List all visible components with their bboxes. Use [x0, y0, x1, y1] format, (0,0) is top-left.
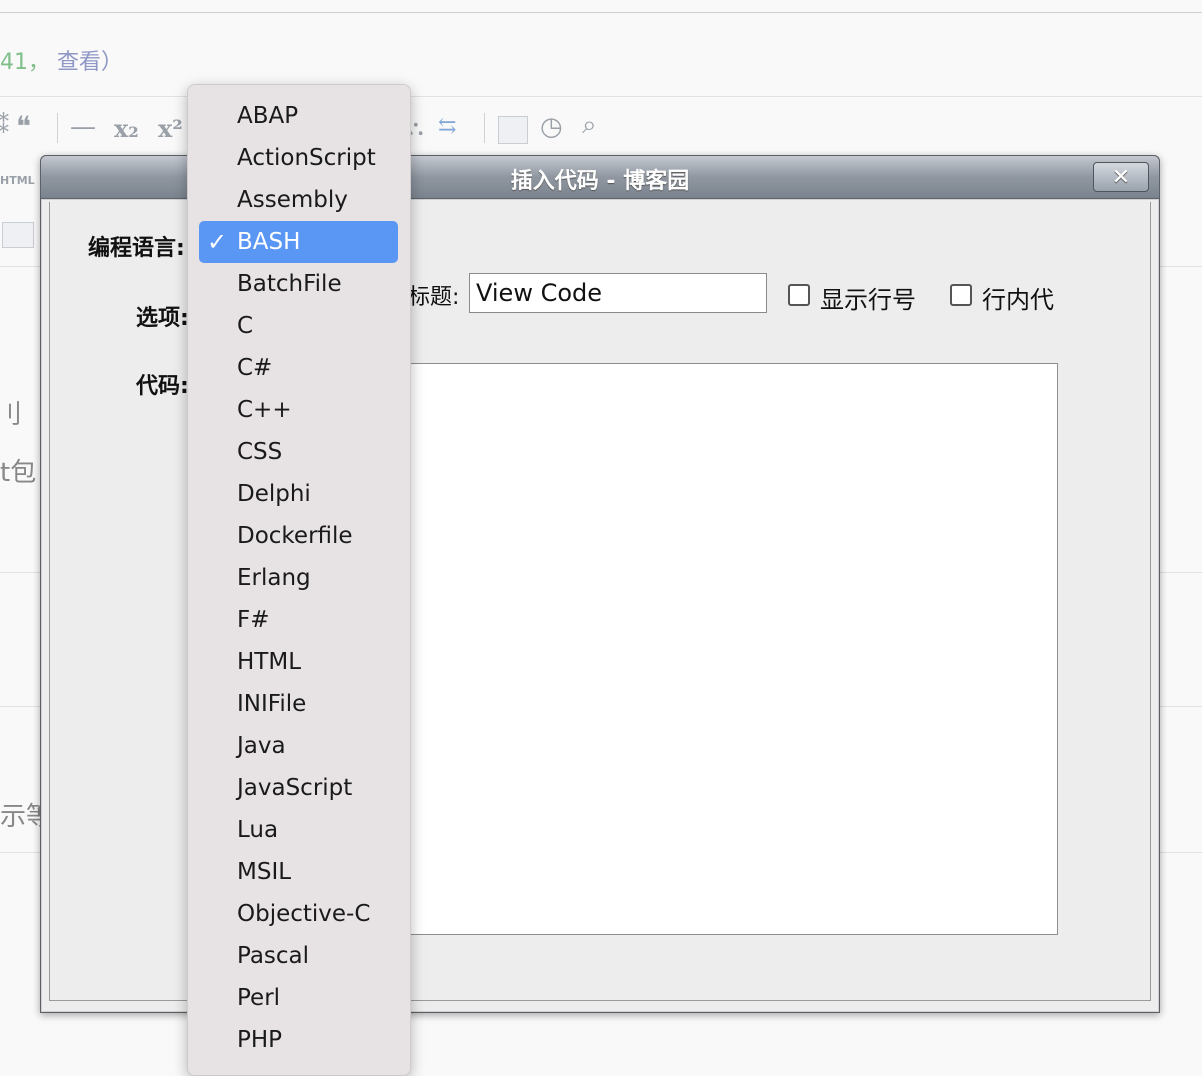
- language-option[interactable]: BatchFile: [199, 263, 398, 305]
- language-option[interactable]: MSIL: [199, 851, 398, 893]
- post-meta: 41， 查看）: [0, 44, 123, 76]
- language-option[interactable]: INIFile: [199, 683, 398, 725]
- language-option[interactable]: Perl: [199, 977, 398, 1019]
- language-option[interactable]: C++: [199, 389, 398, 431]
- table-icon[interactable]: [2, 222, 34, 248]
- language-option[interactable]: Lua: [199, 809, 398, 851]
- inline-code-label: 行内代: [982, 286, 1054, 314]
- format-icon[interactable]: ⁑: [0, 114, 9, 139]
- bg-text-fragment: 刂: [0, 400, 23, 430]
- superscript-icon[interactable]: x²: [158, 114, 183, 143]
- blockquote-icon[interactable]: ❝: [16, 110, 31, 143]
- clock-icon[interactable]: ◷: [540, 112, 563, 142]
- toolbar-top-border: [0, 96, 1202, 97]
- show-line-numbers-checkbox[interactable]: [788, 284, 810, 306]
- language-option[interactable]: ABAP: [199, 95, 398, 137]
- subscript-icon[interactable]: x₂: [114, 114, 139, 143]
- language-option[interactable]: Dockerfile: [199, 515, 398, 557]
- language-option[interactable]: ActionScript: [199, 137, 398, 179]
- replace-icon[interactable]: ⇆: [438, 114, 456, 139]
- horizontal-rule-icon[interactable]: —: [70, 112, 96, 142]
- html-source-icon[interactable]: HTML: [0, 174, 35, 187]
- title-field-label: 标题:: [408, 285, 460, 310]
- title-input[interactable]: [469, 273, 767, 313]
- language-option[interactable]: JavaScript: [199, 767, 398, 809]
- language-option[interactable]: C: [199, 305, 398, 347]
- close-button[interactable]: ✕: [1093, 162, 1149, 192]
- options-label: 选项:: [136, 306, 189, 331]
- toolbar-separator: [484, 113, 485, 143]
- meta-paren: ）: [101, 50, 124, 75]
- language-dropdown: ABAP ActionScript Assembly ✓ BASH BatchF…: [187, 84, 411, 1076]
- bg-text-fragment: t包: [0, 458, 37, 488]
- language-option[interactable]: Java: [199, 725, 398, 767]
- language-option-label: BASH: [237, 229, 301, 255]
- show-line-numbers-label: 显示行号: [820, 286, 916, 314]
- language-option[interactable]: Assembly: [199, 179, 398, 221]
- calendar-icon[interactable]: [498, 116, 528, 144]
- language-option[interactable]: HTML: [199, 641, 398, 683]
- code-label: 代码:: [136, 374, 189, 399]
- language-option[interactable]: Objective-C: [199, 893, 398, 935]
- inline-code-checkbox[interactable]: [950, 284, 972, 306]
- code-textarea[interactable]: [402, 363, 1058, 935]
- language-option-selected[interactable]: ✓ BASH: [199, 221, 398, 263]
- preview-icon[interactable]: ⌕: [582, 110, 597, 141]
- language-label: 编程语言:: [88, 236, 185, 261]
- toolbar-separator: [57, 113, 58, 143]
- language-option[interactable]: Erlang: [199, 557, 398, 599]
- language-option[interactable]: CSS: [199, 431, 398, 473]
- language-option[interactable]: C#: [199, 347, 398, 389]
- language-option[interactable]: Pascal: [199, 935, 398, 977]
- meta-count: 41，: [0, 50, 50, 75]
- page-top-border: [0, 12, 1202, 13]
- language-option[interactable]: F#: [199, 599, 398, 641]
- language-option[interactable]: PHP: [199, 1019, 398, 1061]
- meta-view-link[interactable]: 查看: [57, 50, 101, 75]
- close-icon: ✕: [1111, 164, 1131, 190]
- checkmark-icon: ✓: [207, 228, 228, 256]
- language-option[interactable]: Delphi: [199, 473, 398, 515]
